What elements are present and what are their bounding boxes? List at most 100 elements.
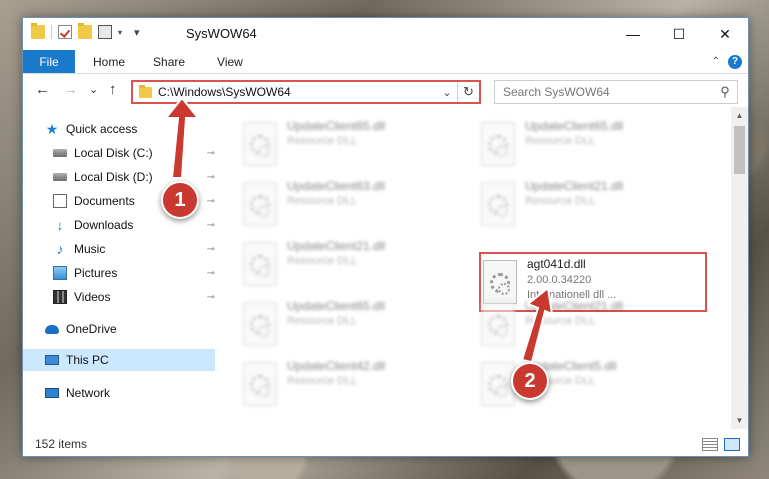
search-icon[interactable]: ⚲	[713, 84, 737, 100]
close-button[interactable]: ✕	[702, 18, 748, 50]
properties-check-icon[interactable]	[58, 25, 72, 39]
back-button[interactable]: ←	[35, 81, 50, 98]
toolbar-dropdown-icon[interactable]: ▾	[118, 28, 122, 37]
list-item[interactable]: UpdateClient21.dll Resource DLL	[481, 299, 681, 351]
scroll-down-icon[interactable]: ▼	[731, 412, 748, 429]
sidebar-item-onedrive[interactable]: OneDrive	[45, 318, 215, 340]
search-input[interactable]	[503, 85, 713, 99]
ribbon: File Home Share View ⌃ ?	[23, 50, 748, 74]
tab-file[interactable]: File	[23, 50, 75, 73]
sidebar-item-label: Documents	[74, 194, 135, 208]
sidebar-item-this-pc[interactable]: This PC	[23, 349, 215, 371]
window-controls: — ☐ ✕	[610, 18, 748, 50]
sidebar-item-downloads[interactable]: ↓ Downloads ⊸	[53, 214, 216, 236]
scroll-up-icon[interactable]: ▲	[731, 107, 748, 124]
details-view-icon[interactable]	[702, 437, 718, 451]
dll-file-icon	[481, 182, 515, 226]
list-item[interactable]: UpdateClient42.dll Resource DLL	[243, 359, 443, 411]
forward-button[interactable]: →	[63, 81, 78, 98]
sidebar-item-label: OneDrive	[66, 322, 117, 336]
list-item[interactable]: UpdateClient65.dll Resource DLL	[481, 119, 681, 171]
scroll-thumb[interactable]	[734, 126, 745, 174]
file-description: Resource DLL	[287, 375, 358, 387]
list-item[interactable]: UpdateClient65.dll Resource DLL	[243, 119, 443, 171]
file-name: UpdateClient21.dll	[525, 179, 624, 193]
file-list: UpdateClient65.dll Resource DLL UpdateCli…	[215, 107, 733, 429]
vertical-scrollbar[interactable]: ▲ ▼	[731, 107, 748, 429]
tab-view[interactable]: View	[199, 50, 257, 73]
file-name: UpdateClient21.dll	[287, 239, 386, 253]
dll-file-icon	[481, 302, 515, 346]
pin-icon: ⊸	[206, 267, 215, 279]
sidebar-item-quick-access[interactable]: ★ Quick access	[45, 118, 215, 140]
dll-file-icon	[243, 122, 277, 166]
recent-locations-button[interactable]: ⌄	[89, 83, 98, 96]
title-bar: ▾ ▾ SysWOW64 — ☐ ✕	[23, 18, 748, 50]
customize-toolbar-icon[interactable]	[98, 25, 112, 39]
sidebar-item-videos[interactable]: Videos ⊸	[53, 286, 215, 308]
pc-icon	[45, 355, 59, 365]
sidebar-item-label: This PC	[66, 353, 109, 367]
sidebar-item-label: Videos	[74, 290, 111, 304]
pin-icon: ⊸	[206, 219, 215, 231]
file-description: Resource DLL	[287, 255, 358, 267]
sidebar-item-label: Network	[66, 386, 111, 400]
list-item[interactable]: UpdateClient63.dll Resource DLL	[243, 179, 443, 231]
file-description: Resource DLL	[525, 315, 596, 327]
document-icon	[53, 194, 67, 208]
search-box[interactable]: ⚲	[494, 80, 738, 104]
address-path[interactable]: C:\Windows\SysWOW64	[158, 85, 437, 99]
refresh-button[interactable]: ↻	[457, 82, 479, 102]
music-icon: ♪	[56, 241, 64, 257]
pin-icon: ⊸	[206, 195, 215, 207]
title-dropdown-icon[interactable]: ▾	[134, 26, 140, 39]
maximize-button[interactable]: ☐	[656, 18, 702, 50]
sidebar-item-label: Local Disk (D:)	[74, 170, 153, 184]
sidebar-item-label: Local Disk (C:)	[74, 146, 153, 160]
callout-2: 2	[511, 362, 549, 400]
sidebar-item-local-disk-c[interactable]: Local Disk (C:) ⊸	[53, 142, 215, 164]
collapse-ribbon-icon[interactable]: ⌃	[712, 56, 720, 67]
cloud-icon	[45, 324, 59, 334]
sidebar-item-label: Pictures	[74, 266, 118, 280]
tab-home[interactable]: Home	[75, 50, 139, 73]
download-icon: ↓	[56, 217, 64, 233]
address-bar[interactable]: C:\Windows\SysWOW64 ⌄ ↻	[131, 80, 481, 104]
dll-file-icon	[243, 362, 277, 406]
pin-icon: ⊸	[206, 171, 215, 183]
file-description: Resource DLL	[287, 315, 358, 327]
file-name: UpdateClient21.dll	[525, 299, 624, 313]
minimize-button[interactable]: —	[610, 18, 656, 50]
list-item[interactable]: UpdateClient21.dll Resource DLL	[481, 179, 681, 231]
sidebar-item-label: Quick access	[66, 122, 138, 136]
file-description: Resource DLL	[525, 195, 596, 207]
new-folder-icon[interactable]	[78, 23, 92, 39]
videos-icon	[53, 290, 67, 304]
file-name: UpdateClient65.dll	[287, 299, 386, 313]
dll-file-icon	[243, 242, 277, 286]
file-name: UpdateClient42.dll	[287, 359, 386, 373]
up-button[interactable]: ↑	[109, 81, 117, 98]
file-description: Resource DLL	[287, 195, 358, 207]
file-explorer-window: ▾ ▾ SysWOW64 — ☐ ✕ File Home Share View …	[22, 17, 749, 457]
list-item[interactable]: UpdateClient21.dll Resource DLL	[243, 239, 443, 291]
pin-icon: ⊸	[206, 291, 215, 303]
large-icons-view-icon[interactable]	[724, 437, 740, 451]
sidebar-item-network[interactable]: Network	[45, 382, 215, 404]
sidebar-item-music[interactable]: ♪ Music ⊸	[53, 238, 216, 260]
help-icon[interactable]: ?	[728, 54, 742, 69]
file-name: UpdateClient65.dll	[525, 119, 624, 133]
dll-file-icon	[243, 182, 277, 226]
list-item[interactable]: UpdateClient65.dll Resource DLL	[243, 299, 443, 351]
folder-icon[interactable]	[31, 23, 45, 39]
file-name: UpdateClient65.dll	[287, 119, 386, 133]
disk-icon	[53, 173, 67, 181]
sidebar-item-label: Downloads	[74, 218, 134, 232]
dll-file-icon	[481, 122, 515, 166]
file-description: Resource DLL	[525, 135, 596, 147]
tab-share[interactable]: Share	[139, 50, 199, 73]
file-name: UpdateClient63.dll	[287, 179, 386, 193]
quick-access-toolbar: ▾ ▾	[31, 23, 140, 39]
address-dropdown-icon[interactable]: ⌄	[437, 86, 457, 99]
sidebar-item-pictures[interactable]: Pictures ⊸	[53, 262, 215, 284]
